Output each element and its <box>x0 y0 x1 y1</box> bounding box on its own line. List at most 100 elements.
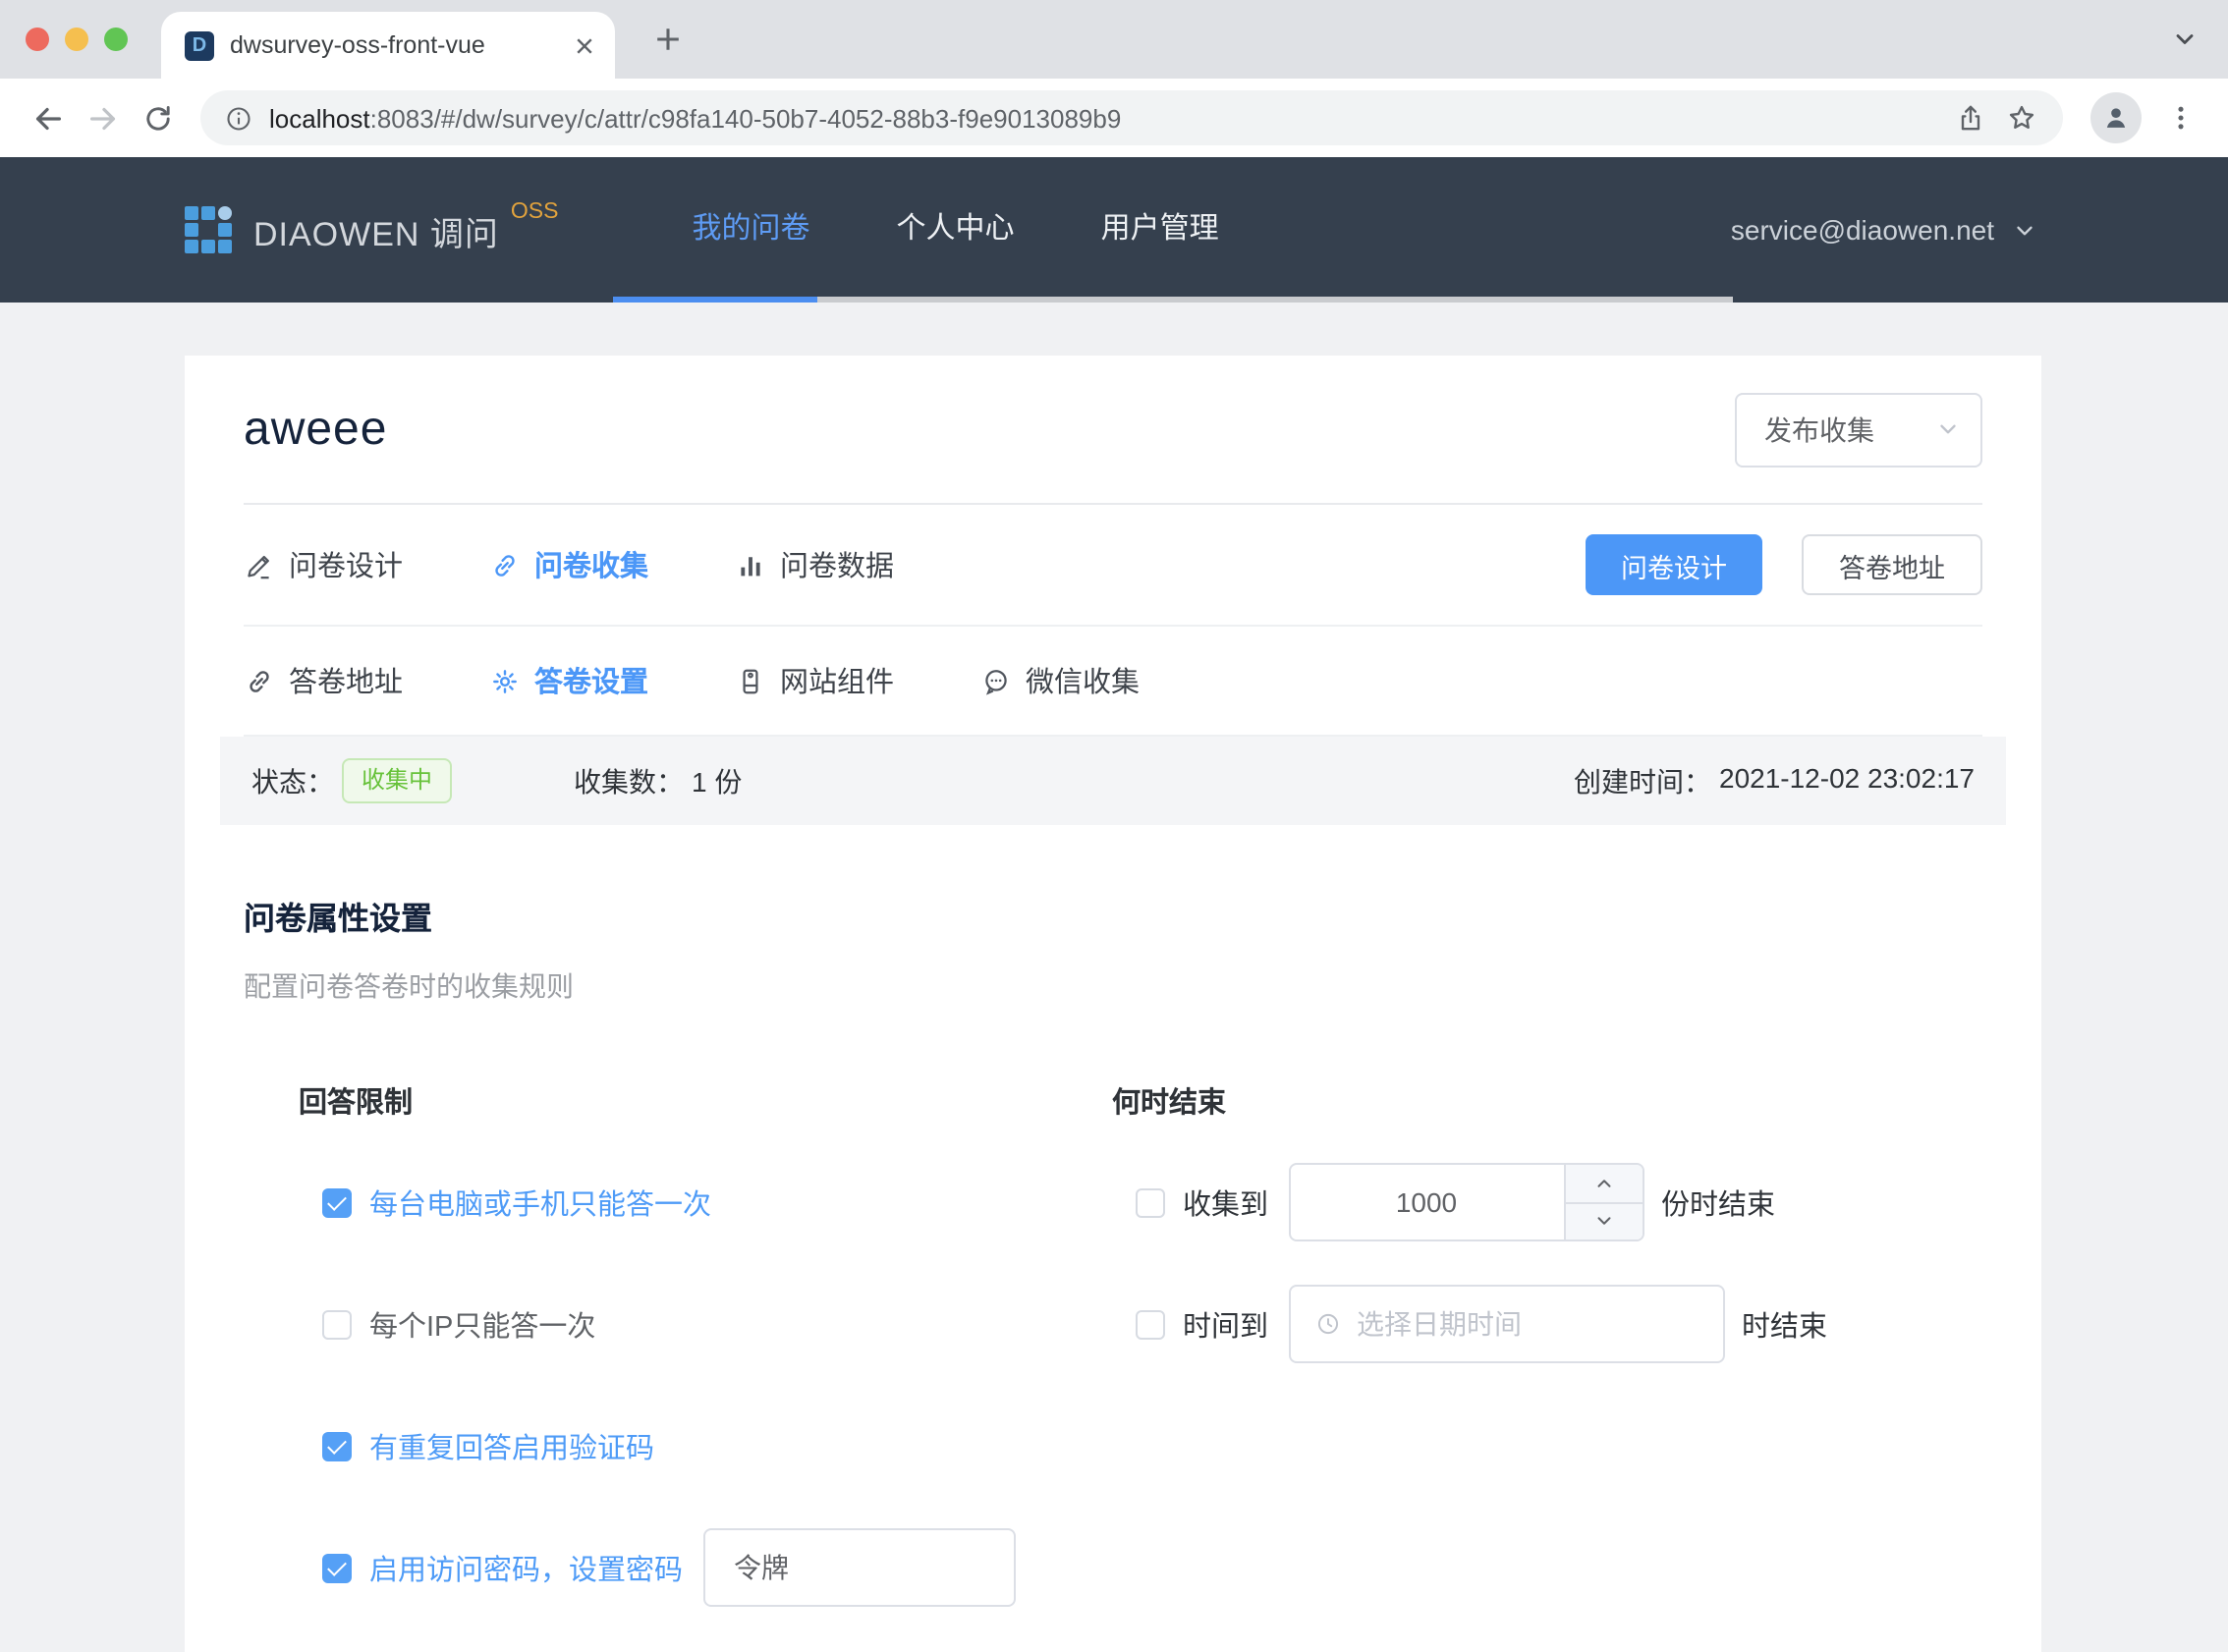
end-time-checkbox[interactable] <box>1136 1309 1165 1339</box>
created-time-label: 创建时间： <box>1574 761 1711 800</box>
widget-tag-icon <box>735 665 766 696</box>
created-time: 创建时间： 2021-12-02 23:02:17 <box>1574 761 1975 800</box>
account-menu[interactable]: service@diaowen.net <box>1731 214 2037 246</box>
status-label: 状态： <box>251 761 334 800</box>
answer-address-button[interactable]: 答卷地址 <box>1802 534 1982 595</box>
info-icon[interactable] <box>224 103 253 133</box>
ip-once-label[interactable]: 每个IP只能答一次 <box>369 1303 595 1345</box>
nav-item-user-management[interactable]: 用户管理 <box>1058 157 1262 303</box>
end-time-date-input[interactable]: 选择日期时间 <box>1288 1285 1724 1363</box>
browser-tab[interactable]: D dwsurvey-oss-front-vue <box>161 12 615 79</box>
clock-icon <box>1313 1310 1341 1338</box>
nav-item-personal-center[interactable]: 个人中心 <box>854 157 1058 303</box>
end-time-option-label[interactable]: 时间到 <box>1183 1303 1268 1345</box>
back-icon[interactable] <box>20 90 75 145</box>
secondary-tabs: 答卷地址 答卷设置 网站组件 <box>244 627 1982 737</box>
nav-active-underline <box>613 297 817 303</box>
collect-count: 收集数： 1 份 <box>574 761 742 800</box>
app-header: DIAOWEN 调问 OSS 我的问卷 个人中心 用户管理 service@di… <box>0 157 2228 303</box>
tab-answer-address[interactable]: 答卷地址 <box>244 660 403 701</box>
date-placeholder: 选择日期时间 <box>1357 1304 1522 1344</box>
end-time-suffix: 时结束 <box>1742 1303 1827 1345</box>
survey-card: aweee 发布收集 问卷设计 问卷收集 <box>185 356 2041 1652</box>
number-spinner <box>1563 1165 1642 1239</box>
new-tab-button[interactable] <box>642 14 694 65</box>
browser-menu-kebab-icon[interactable] <box>2153 90 2208 145</box>
primary-tabs: 问卷设计 问卷收集 问卷数据 问卷设计 答卷地址 <box>244 505 1982 627</box>
password-label[interactable]: 启用访问密码，设置密码 <box>369 1547 683 1588</box>
chevron-down-icon <box>2012 217 2037 243</box>
device-once-checkbox[interactable] <box>322 1187 352 1217</box>
tab-survey-collect[interactable]: 问卷收集 <box>489 544 648 585</box>
wechat-bubble-icon <box>980 665 1012 696</box>
tab-site-widget[interactable]: 网站组件 <box>735 660 894 701</box>
browser-toolbar: localhost:8083/#/dw/survey/c/attr/c98fa1… <box>0 79 2228 157</box>
reload-icon[interactable] <box>130 90 185 145</box>
collect-count-number-value[interactable]: 1000 <box>1290 1165 1563 1239</box>
brand-badge-oss: OSS <box>511 200 559 224</box>
created-time-value: 2021-12-02 23:02:17 <box>1719 761 1975 800</box>
option-row-password: 启用访问密码，设置密码 令牌 <box>299 1528 1112 1607</box>
browser-profile-avatar[interactable] <box>2090 92 2142 143</box>
spinner-up-icon[interactable] <box>1565 1165 1642 1203</box>
survey-design-button[interactable]: 问卷设计 <box>1586 534 1762 595</box>
tab-survey-design[interactable]: 问卷设计 <box>244 544 403 585</box>
collect-count-label: 收集数： <box>574 761 684 800</box>
spinner-down-icon[interactable] <box>1565 1203 1642 1239</box>
device-once-label[interactable]: 每台电脑或手机只能答一次 <box>369 1182 711 1223</box>
password-checkbox[interactable] <box>322 1553 352 1582</box>
captcha-checkbox[interactable] <box>322 1431 352 1460</box>
brand-name: DIAOWEN 调问 <box>253 205 499 254</box>
survey-actions: 问卷设计 答卷地址 <box>1586 534 1982 595</box>
chevron-down-icon <box>1935 416 1961 442</box>
site-favicon: D <box>185 30 214 60</box>
bar-chart-icon <box>735 549 766 580</box>
collect-count-value: 1 份 <box>692 761 742 800</box>
publish-collect-select[interactable]: 发布收集 <box>1735 392 1982 467</box>
end-conditions-column: 何时结束 收集到 1000 <box>1112 1080 1982 1650</box>
option-row-collect-count: 收集到 1000 份时结 <box>1112 1163 1982 1241</box>
tab-close-icon[interactable] <box>570 30 599 60</box>
answer-limits-column: 回答限制 每台电脑或手机只能答一次 每个IP只能答一次 有重复回答启用验证码 <box>299 1080 1112 1650</box>
url-text[interactable]: localhost:8083/#/dw/survey/c/attr/c98fa1… <box>269 103 1945 133</box>
password-input[interactable]: 令牌 <box>702 1528 1015 1607</box>
nav-item-my-surveys[interactable]: 我的问卷 <box>649 157 854 303</box>
main-nav: 我的问卷 个人中心 用户管理 <box>649 157 1262 303</box>
url-bar[interactable]: localhost:8083/#/dw/survey/c/attr/c98fa1… <box>200 90 2063 145</box>
share-icon[interactable] <box>1945 90 1996 145</box>
collect-count-checkbox[interactable] <box>1136 1187 1165 1217</box>
bookmark-star-icon[interactable] <box>1996 90 2047 145</box>
tab-label: 微信收集 <box>1026 660 1140 701</box>
forward-icon[interactable] <box>75 90 130 145</box>
option-row-device-once: 每台电脑或手机只能答一次 <box>299 1163 1112 1241</box>
survey-title: aweee <box>244 402 387 457</box>
link-icon <box>489 549 521 580</box>
url-path: :8083/#/dw/survey/c/attr/c98fa140-50b7-4… <box>370 103 1122 133</box>
brand-logo[interactable]: DIAOWEN 调问 OSS <box>185 205 559 254</box>
tab-search-chevron-icon[interactable] <box>2165 20 2204 59</box>
minimize-window-button[interactable] <box>65 28 88 51</box>
captcha-label[interactable]: 有重复回答启用验证码 <box>369 1425 654 1466</box>
status-badge: 收集中 <box>342 759 452 803</box>
collect-count-option-label[interactable]: 收集到 <box>1183 1182 1268 1223</box>
browser-window: D dwsurvey-oss-front-vue localhost:8083/… <box>0 0 2228 1652</box>
collect-count-number-input[interactable]: 1000 <box>1288 1163 1643 1241</box>
tab-wechat-collect[interactable]: 微信收集 <box>980 660 1140 701</box>
status-bar: 状态： 收集中 收集数： 1 份 创建时间： 2021-12-02 23:02:… <box>220 737 2006 825</box>
publish-collect-value: 发布收集 <box>1764 410 1874 449</box>
tab-label: 答卷地址 <box>289 660 403 701</box>
zoom-window-button[interactable] <box>104 28 128 51</box>
tab-label: 答卷设置 <box>534 660 648 701</box>
close-window-button[interactable] <box>26 28 49 51</box>
answer-limits-heading: 回答限制 <box>299 1080 1112 1122</box>
tab-answer-settings[interactable]: 答卷设置 <box>489 660 648 701</box>
nav-underline-track <box>817 297 1733 303</box>
ip-once-checkbox[interactable] <box>322 1309 352 1339</box>
tab-label: 问卷收集 <box>534 544 648 585</box>
window-controls <box>26 28 128 51</box>
pencil-icon <box>244 549 275 580</box>
option-row-captcha: 有重复回答启用验证码 <box>299 1406 1112 1485</box>
gear-icon <box>489 665 521 696</box>
url-host: localhost <box>269 103 370 133</box>
tab-survey-data[interactable]: 问卷数据 <box>735 544 894 585</box>
